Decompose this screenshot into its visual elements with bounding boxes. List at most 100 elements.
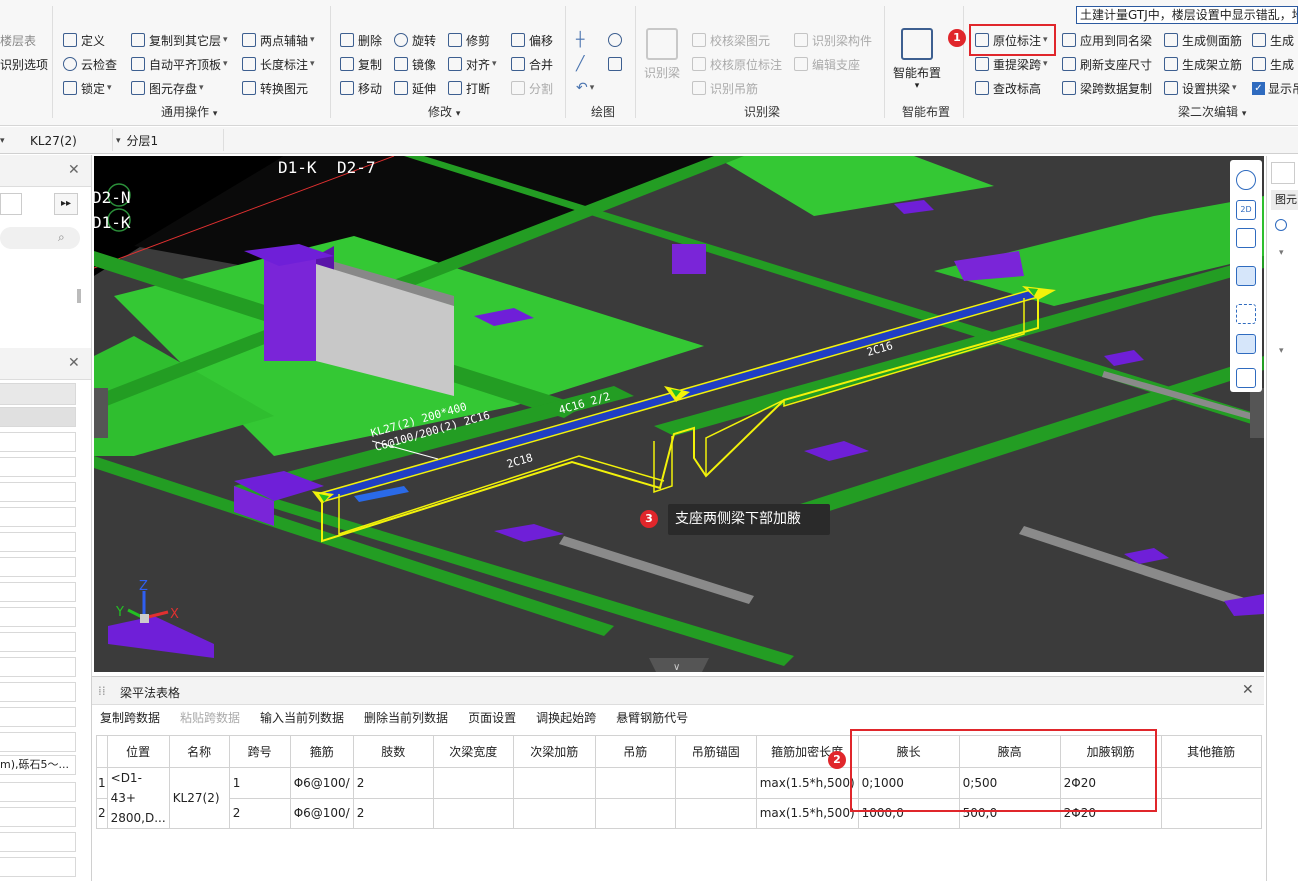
3d-viewport[interactable]: KL27(2) 200*400 C6@100/200(2) 2C16 4C16 …: [94, 156, 1264, 672]
cell-legs[interactable]: 2: [352, 797, 434, 829]
component-dropdown[interactable]: KL27(2): [14, 131, 77, 150]
copy-button[interactable]: 复制: [340, 54, 382, 74]
property-row[interactable]: [0, 707, 76, 727]
generate-button-a[interactable]: 生成: [1252, 30, 1294, 50]
cell-stirrup[interactable]: Φ6@100/: [289, 797, 354, 829]
gen-erection-bar-button[interactable]: 生成架立筋: [1164, 54, 1242, 74]
cell-name[interactable]: KL27(2): [168, 767, 230, 829]
2d-view-icon[interactable]: 2D: [1236, 200, 1256, 220]
rotate-button[interactable]: 旋转: [394, 30, 436, 50]
expand-button[interactable]: ▸▸: [54, 193, 78, 215]
property-row[interactable]: [0, 607, 76, 627]
cell[interactable]: [674, 767, 757, 799]
delete-button[interactable]: 删除: [340, 30, 382, 50]
draw-line-button[interactable]: ╱: [576, 54, 584, 74]
property-row[interactable]: [0, 682, 76, 702]
refresh-support-size-button[interactable]: 刷新支座尺寸: [1062, 54, 1152, 74]
3d-box-icon[interactable]: [1236, 228, 1256, 248]
edit-support-button[interactable]: 编辑支座: [794, 54, 860, 74]
cell[interactable]: [674, 797, 757, 829]
close-icon[interactable]: ✕: [68, 355, 80, 371]
check-origin-annotation-button[interactable]: 校核原位标注: [692, 54, 782, 74]
check-beam-element-button[interactable]: 校核梁图元: [692, 30, 770, 50]
draw-arc-button[interactable]: [608, 30, 626, 50]
cell-span[interactable]: 2: [228, 797, 291, 829]
orbit-icon[interactable]: [1236, 170, 1256, 190]
cell-position[interactable]: <D1-43+ 2800,D...: [106, 767, 170, 829]
cell[interactable]: [1160, 767, 1262, 799]
identify-beam-button[interactable]: 识别梁: [644, 28, 680, 81]
category-dropdown[interactable]: ▾: [0, 131, 11, 150]
cell-stirrup[interactable]: Φ6@100/: [289, 767, 354, 799]
mirror-button[interactable]: 镜像: [394, 54, 436, 74]
right-panel-tab[interactable]: [1271, 162, 1295, 184]
auto-align-slab-button[interactable]: 自动平齐顶板 ▾: [131, 54, 228, 74]
split-button[interactable]: 分割: [511, 78, 553, 98]
delete-column-data-button[interactable]: 删除当前列数据: [356, 709, 448, 731]
check-elevation-button[interactable]: 查改标高: [975, 78, 1041, 98]
cell[interactable]: [512, 797, 596, 829]
merge-button[interactable]: 合并: [511, 54, 553, 74]
extend-button[interactable]: 延伸: [394, 78, 436, 98]
two-point-axis-button[interactable]: 两点辅轴 ▾: [242, 30, 315, 50]
trim-button[interactable]: 修剪: [448, 30, 490, 50]
chevron-down-icon[interactable]: ▾: [1279, 346, 1284, 356]
layer-dropdown[interactable]: ▾ 分层1: [116, 131, 158, 150]
break-button[interactable]: 打断: [448, 78, 490, 98]
swap-start-span-button[interactable]: 调换起始跨: [528, 709, 596, 731]
length-dimension-button[interactable]: 长度标注 ▾: [242, 54, 315, 74]
cell[interactable]: [512, 767, 596, 799]
property-row[interactable]: [0, 832, 76, 852]
cell[interactable]: [432, 767, 514, 799]
new-component-button[interactable]: [0, 193, 22, 215]
move-button[interactable]: 移动: [340, 78, 382, 98]
3d-shaded-icon[interactable]: [1236, 266, 1256, 286]
fit-view-icon[interactable]: [1236, 304, 1256, 324]
property-row[interactable]: [0, 582, 76, 602]
drag-handle-icon[interactable]: ⁞⁞: [98, 684, 106, 698]
scrollbar[interactable]: [77, 289, 81, 303]
paste-span-data-button[interactable]: 粘贴跨数据: [172, 709, 240, 731]
property-row[interactable]: [0, 857, 76, 877]
right-panel-tab[interactable]: 图元: [1271, 190, 1298, 210]
cloud-check-button[interactable]: 云检查: [63, 54, 117, 74]
side-collapse-left[interactable]: [94, 388, 108, 438]
property-row[interactable]: [0, 657, 76, 677]
property-row[interactable]: [0, 432, 76, 452]
convert-element-button[interactable]: 转换图元: [242, 78, 308, 98]
cell[interactable]: [594, 797, 676, 829]
identify-hanger-bar-button[interactable]: 识别吊筋: [692, 78, 758, 98]
page-setup-button[interactable]: 页面设置: [460, 709, 516, 731]
property-row[interactable]: [0, 407, 76, 427]
property-row[interactable]: [0, 557, 76, 577]
side-collapse-right[interactable]: [1250, 388, 1264, 438]
element-save-button[interactable]: 图元存盘 ▾: [131, 78, 204, 98]
radio-selected[interactable]: [1275, 219, 1287, 231]
cell[interactable]: [1160, 797, 1262, 829]
property-row[interactable]: [0, 632, 76, 652]
property-row[interactable]: [0, 732, 76, 752]
notice-banner[interactable]: 土建计量GTJ中，楼层设置中显示错乱，地: [1076, 6, 1298, 24]
offset-button[interactable]: 偏移: [511, 30, 553, 50]
chevron-down-icon[interactable]: ▾: [1279, 248, 1284, 258]
copy-span-data-button[interactable]: 复制跨数据: [92, 709, 160, 731]
cell-dense-length[interactable]: max(1.5*h,500): [755, 767, 859, 799]
identify-beam-component-button[interactable]: 识别梁构件: [794, 30, 872, 50]
show-hanger-checkbox[interactable]: ✓显示吊: [1252, 78, 1298, 98]
cell-dense-length[interactable]: max(1.5*h,500): [755, 797, 859, 829]
align-button[interactable]: 对齐 ▾: [448, 54, 497, 74]
identify-options-button[interactable]: 识别选项: [0, 54, 48, 74]
cube-icon[interactable]: [1236, 334, 1256, 354]
copy-span-data-button[interactable]: 梁跨数据复制: [1062, 78, 1152, 98]
search-input[interactable]: ⌕: [0, 227, 80, 249]
cell[interactable]: [432, 797, 514, 829]
property-row[interactable]: [0, 807, 76, 827]
apply-same-name-beam-button[interactable]: 应用到同名梁: [1062, 30, 1152, 50]
draw-curve-button[interactable]: ↶ ▾: [576, 78, 594, 98]
set-arch-beam-button[interactable]: 设置拱梁 ▾: [1164, 78, 1237, 98]
property-row[interactable]: [0, 457, 76, 477]
draw-rect-button[interactable]: [608, 54, 626, 74]
property-row[interactable]: [0, 482, 76, 502]
layer-list-icon[interactable]: [1236, 368, 1256, 388]
cantilever-bar-code-button[interactable]: 悬臂钢筋代号: [608, 709, 688, 731]
